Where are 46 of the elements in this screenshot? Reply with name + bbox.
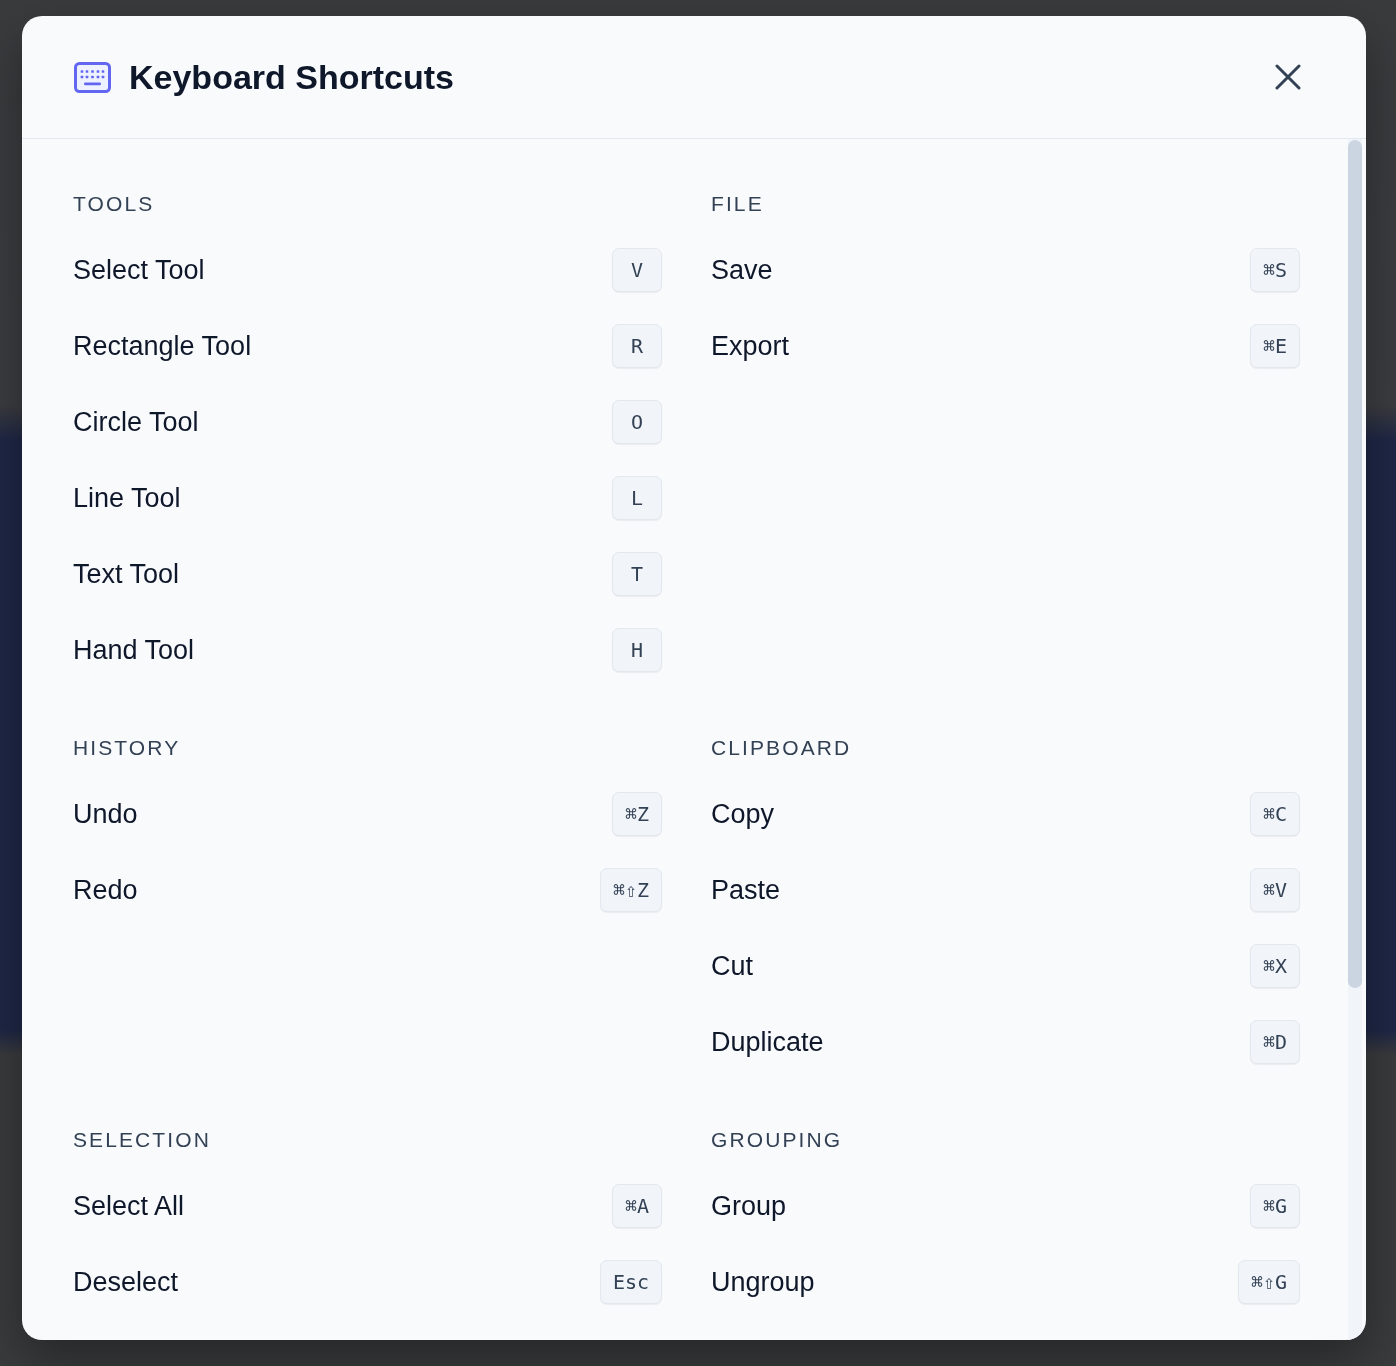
shortcut-label: Undo [73,798,138,831]
shortcut-label: Ungroup [711,1266,815,1299]
key-cap: T [612,552,662,596]
section-heading: TOOLS [73,191,155,217]
key-cap: ⌘⇧Z [599,868,662,912]
shortcut-label: Hand Tool [73,634,195,667]
section-heading: GROUPING [711,1127,843,1153]
key-cap: ⌘S [1249,248,1300,292]
shortcut-label: Select All [73,1190,185,1223]
shortcut-label: Paste [711,874,781,907]
shortcut-label: Redo [73,874,138,907]
close-icon [1275,64,1301,90]
shortcut-label: Rectangle Tool [73,330,252,363]
key-cap: ⌘⇧G [1237,1260,1300,1304]
shortcut-label: Cut [711,950,754,983]
key-cap: O [612,400,662,444]
key-cap: ⌘E [1249,324,1300,368]
shortcut-label: Duplicate [711,1026,824,1059]
shortcut-label: Select Tool [73,254,205,287]
key-cap: V [612,248,662,292]
shortcut-label: Deselect [73,1266,179,1299]
key-cap: Esc [599,1260,662,1304]
section-heading: HISTORY [73,735,181,761]
key-cap: ⌘C [1249,792,1300,836]
key-cap: ⌘G [1249,1184,1300,1228]
shortcut-label: Copy [711,798,775,831]
key-cap: H [612,628,662,672]
section-heading: SELECTION [73,1127,211,1153]
shortcut-label: Line Tool [73,482,181,515]
section-heading: FILE [711,191,764,217]
shortcut-label: Group [711,1190,787,1223]
dialog-title: Keyboard Shortcuts [129,57,454,98]
key-cap: ⌘Z [611,792,662,836]
section-heading: CLIPBOARD [711,735,852,761]
key-cap: ⌘X [1249,944,1300,988]
scrollbar-thumb[interactable] [1348,140,1362,988]
shortcut-label: Text Tool [73,558,180,591]
keyboard-icon [74,61,111,93]
shortcut-label: Circle Tool [73,406,199,439]
key-cap: R [612,324,662,368]
shortcut-label: Save [711,254,773,287]
key-cap: ⌘V [1249,868,1300,912]
key-cap: ⌘A [611,1184,662,1228]
key-cap: L [612,476,662,520]
shortcut-label: Export [711,330,790,363]
key-cap: ⌘D [1249,1020,1300,1064]
